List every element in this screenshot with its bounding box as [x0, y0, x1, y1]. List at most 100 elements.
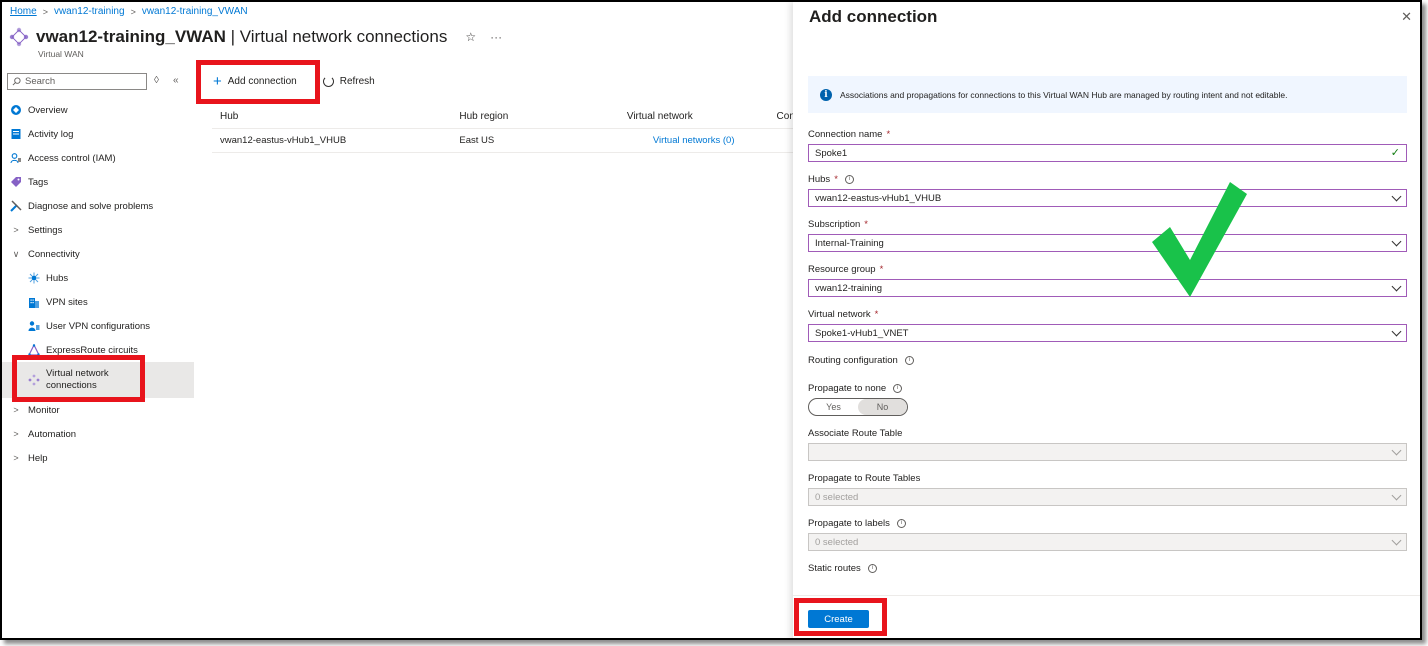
create-button[interactable]: Create [808, 610, 869, 628]
sidebar-item-connectivity[interactable]: ∨ Connectivity [2, 242, 194, 266]
chevron-down-icon [1391, 326, 1402, 337]
sidebar-item-automation[interactable]: > Automation [2, 422, 194, 446]
info-icon[interactable]: i [896, 519, 906, 528]
sidebar-item-hubs[interactable]: Hubs [2, 266, 194, 290]
breadcrumb-separator: > [130, 6, 136, 17]
propagate-route-tables-label: Propagate to Route Tables [808, 473, 920, 484]
sidebar-item-settings[interactable]: > Settings [2, 218, 194, 242]
collapse-icon[interactable]: « [173, 75, 179, 86]
page-name: | Virtual network connections [225, 27, 448, 46]
sidebar-item-label: Monitor [28, 404, 60, 416]
sidebar-item-vpn-sites[interactable]: VPN sites [2, 290, 194, 314]
sidebar-item-tags[interactable]: Tags [2, 170, 194, 194]
info-icon[interactable]: i [844, 175, 854, 184]
resource-group-dropdown[interactable]: vwan12-training [808, 279, 1407, 297]
breadcrumb: Home > vwan12-training > vwan12-training… [10, 6, 248, 17]
toggle-yes[interactable]: Yes [809, 399, 858, 415]
sidebar-item-monitor[interactable]: > Monitor [2, 398, 194, 422]
toggle-no[interactable]: No [858, 399, 907, 415]
required-marker: * [834, 174, 838, 185]
virtual-network-label: Virtual network * [808, 309, 878, 320]
propagate-none-toggle[interactable]: Yes No [808, 398, 908, 416]
required-marker: * [879, 264, 884, 275]
info-icon[interactable]: i [904, 356, 914, 365]
chevron-right-icon: > [13, 225, 19, 235]
hubs-dropdown[interactable]: vwan12-eastus-vHub1_VHUB [808, 189, 1407, 207]
associate-route-table-label: Associate Route Table [808, 428, 902, 439]
propagate-route-tables-dropdown: 0 selected [808, 488, 1407, 506]
sidebar-item-overview[interactable]: Overview [2, 98, 194, 122]
label-text: Associate Route Table [808, 428, 903, 439]
sidebar-item-help[interactable]: > Help [2, 446, 194, 470]
sidebar-item-expressroute[interactable]: ExpressRoute circuits [2, 338, 194, 362]
valid-check-icon: ✓ [1390, 147, 1400, 159]
star-icon[interactable]: ☆ [465, 30, 476, 44]
sidebar-item-iam[interactable]: Access control (IAM) [2, 146, 194, 170]
info-icon[interactable]: i [867, 564, 877, 573]
subscription-dropdown[interactable]: Internal-Training [808, 234, 1407, 252]
sidebar-item-label: Tags [28, 176, 49, 188]
label-text: Routing configuration [808, 355, 898, 366]
required-marker: * [864, 219, 868, 230]
sidebar-item-user-vpn[interactable]: User VPN configurations [2, 314, 194, 338]
sidebar-item-label: ExpressRoute circuits [46, 344, 138, 356]
static-routes-label: Static routes i [808, 563, 877, 574]
sidebar-item-diagnose[interactable]: Diagnose and solve problems [2, 194, 194, 218]
sidebar-item-label: Settings [28, 224, 63, 236]
chevron-down-icon [1391, 535, 1402, 546]
sidebar-item-virtual-network-connections[interactable]: Virtual network connections [2, 362, 194, 398]
column-header-hub-region[interactable]: Hub region [451, 111, 618, 122]
overview-icon [10, 104, 22, 116]
sidebar-item-label: Diagnose and solve problems [28, 200, 154, 212]
green-check-annotation-icon [1152, 182, 1247, 297]
connection-name-input[interactable]: Spoke1 ✓ [808, 144, 1407, 162]
dropdown-value: 0 selected [815, 491, 859, 503]
subscription-label: Subscription * [808, 219, 868, 230]
chevron-down-icon [1391, 445, 1402, 456]
refresh-button[interactable]: Refresh [317, 72, 381, 91]
close-icon[interactable]: ✕ [1401, 9, 1412, 25]
refresh-label: Refresh [339, 76, 375, 87]
label-text: Resource group [808, 264, 876, 275]
add-connection-label: Add connection [227, 76, 297, 87]
associate-route-table-dropdown [808, 443, 1407, 461]
virtual-network-dropdown[interactable]: Spoke1-vHub1_VNET [808, 324, 1407, 342]
vwan-icon [28, 374, 40, 386]
resource-group-label: Resource group * [808, 264, 883, 275]
dropdown-value: Internal-Training [815, 237, 884, 249]
routing-configuration-label: Routing configuration i [808, 355, 914, 366]
table-row[interactable]: vwan12-eastus-vHub1_VHUB East US Virtual… [212, 129, 812, 153]
refresh-icon [322, 76, 334, 87]
chevron-down-icon [1391, 191, 1402, 202]
search-input[interactable]: Search [7, 73, 147, 90]
chevron-right-icon: > [13, 453, 19, 463]
expand-icon[interactable]: ◊ [154, 75, 159, 86]
users-icon [28, 320, 40, 332]
connections-table: Hub Hub region Virtual network Con vwan1… [212, 105, 812, 153]
info-banner: i Associations and propagations for conn… [808, 76, 1407, 113]
search-placeholder: Search [25, 76, 56, 87]
column-header-hub[interactable]: Hub [212, 111, 451, 122]
info-icon[interactable]: i [893, 384, 903, 393]
propagate-labels-label: Propagate to labels i [808, 518, 906, 529]
add-connection-panel: Add connection ✕ i Associations and prop… [793, 2, 1420, 638]
expressroute-icon [28, 344, 40, 356]
sidebar-item-label: Automation [28, 428, 77, 440]
sidebar-item-label: Overview [28, 104, 68, 116]
column-header-virtual-network[interactable]: Virtual network [619, 111, 773, 122]
breadcrumb-vwan[interactable]: vwan12-training_VWAN [142, 6, 248, 17]
search-icon [12, 77, 21, 86]
propagate-none-label: Propagate to none i [808, 383, 903, 394]
sidebar-controls: ◊ « [154, 75, 179, 86]
sidebar-item-label: Activity log [28, 128, 74, 140]
dropdown-value: vwan12-training [815, 282, 883, 294]
ellipsis-icon[interactable]: ··· [490, 30, 502, 44]
virtual-networks-link[interactable]: Virtual networks (0) [627, 135, 735, 146]
breadcrumb-resource-group[interactable]: vwan12-training [54, 6, 125, 17]
hubs-label: Hubs * i [808, 174, 854, 185]
breadcrumb-home[interactable]: Home [10, 6, 37, 17]
sidebar-item-activity-log[interactable]: Activity log [2, 122, 194, 146]
sidebar-item-label: VPN sites [46, 296, 88, 308]
chevron-down-icon [1391, 490, 1402, 501]
add-connection-button[interactable]: + Add connection [207, 72, 303, 91]
